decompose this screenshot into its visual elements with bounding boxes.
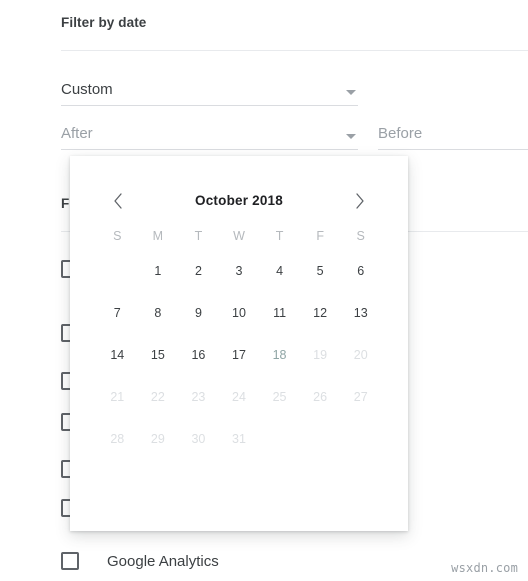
secondary-section-title: F [61,196,70,211]
calendar-day-cell: 24 [232,390,246,404]
calendar-day-cell: 21 [110,390,125,404]
calendar-day-header: F [316,229,324,243]
calendar-day-header: S [113,229,122,243]
calendar-week-row: 7 8 9 10 11 12 13 [97,292,381,334]
calendar-day-cell: 30 [191,432,206,446]
calendar-day-cell: 26 [313,390,328,404]
calendar-day-cell[interactable]: 13 [340,292,381,334]
calendar-day-cell[interactable]: 17 [219,334,260,376]
date-picker-popup[interactable]: October 2018 SMTWTFS 1 2 3 4 5 6 7 8 9 10 11 12 13 14… [70,156,408,531]
title-divider [61,50,528,51]
calendar-week-row: 28 29 30 31 [97,418,381,460]
calendar-day-cell[interactable]: 16 [178,334,219,376]
calendar-day-cell[interactable]: 10 [219,292,260,334]
checkbox-label: Google Analytics [107,552,219,570]
calendar-day-cell[interactable]: 11 [259,292,300,334]
after-date-placeholder: After [61,125,93,142]
calendar-week-row: 14 15 16 17 18 19 20 [97,334,381,376]
calendar-cell-empty [259,418,300,460]
chevron-down-icon [346,134,356,139]
chevron-down-icon [346,90,356,95]
calendar-day-cell: 20 [353,348,368,362]
calendar-day-cell: 23 [191,390,206,404]
calendar-day-header: S [356,229,365,243]
calendar-cell-empty [97,250,138,292]
calendar-week-row: 21 22 23 24 25 26 27 [97,376,381,418]
calendar-day-cell[interactable]: 9 [178,292,219,334]
calendar-day-header: W [233,229,245,243]
after-date-input[interactable]: After [61,120,358,150]
calendar-day-header: T [194,229,203,243]
calendar-day-cell[interactable]: 14 [97,334,138,376]
checkbox-6[interactable] [61,552,79,570]
calendar-day-cell: 19 [313,348,328,362]
before-date-input[interactable]: Before [378,120,528,150]
page-title: Filter by date [61,15,147,30]
calendar-day-cell[interactable]: 12 [300,292,341,334]
calendar-day-cell[interactable]: 5 [300,250,341,292]
watermark: wsxdn.com [451,561,518,575]
calendar-day-cell: 29 [150,432,165,446]
date-range-select[interactable]: Custom [61,76,358,106]
calendar-week-row: 123456 [97,250,381,292]
field-underline [378,149,528,150]
field-underline [61,105,358,106]
calendar-day-cell[interactable]: 2 [178,250,219,292]
calendar-cell-empty [300,418,341,460]
date-range-select-value: Custom [61,81,113,98]
calendar-day-cell: 22 [150,390,165,404]
calendar-day-header: M [152,229,164,243]
calendar-cell-empty [340,418,381,460]
calendar-day-cell[interactable]: 8 [138,292,179,334]
calendar-header: October 2018 [70,156,408,216]
calendar-day-cell: 25 [272,390,287,404]
calendar-day-headers: SMTWTFS [97,222,381,250]
calendar-day-cell: 31 [232,432,246,446]
calendar-day-cell[interactable]: 4 [259,250,300,292]
calendar-day-cell[interactable]: 6 [340,250,381,292]
calendar-day-cell: 28 [110,432,125,446]
filter-checkbox-row[interactable]: Google Analytics [61,550,219,572]
calendar-day-cell[interactable]: 15 [138,334,179,376]
field-underline [61,149,358,150]
calendar-day-cell[interactable]: 3 [219,250,260,292]
calendar-day-header: T [275,229,284,243]
calendar-grid: SMTWTFS 1 2 3 4 5 6 7 8 9 10 11 12 13 14 15 16 17 18 19 20 2… [97,222,381,460]
calendar-day-cell[interactable]: 1 [138,250,179,292]
calendar-day-cell: 27 [353,390,368,404]
calendar-weeks: 1 2 3 4 5 6 7 8 9 10 11 12 13 14 15 16 17 18 19 20 21 22 23 24 2… [97,250,381,460]
before-date-placeholder: Before [378,125,423,142]
calendar-day-cell[interactable]: 18 [259,334,300,376]
chevron-right-icon[interactable] [347,188,373,214]
calendar-day-cell[interactable]: 7 [97,292,138,334]
